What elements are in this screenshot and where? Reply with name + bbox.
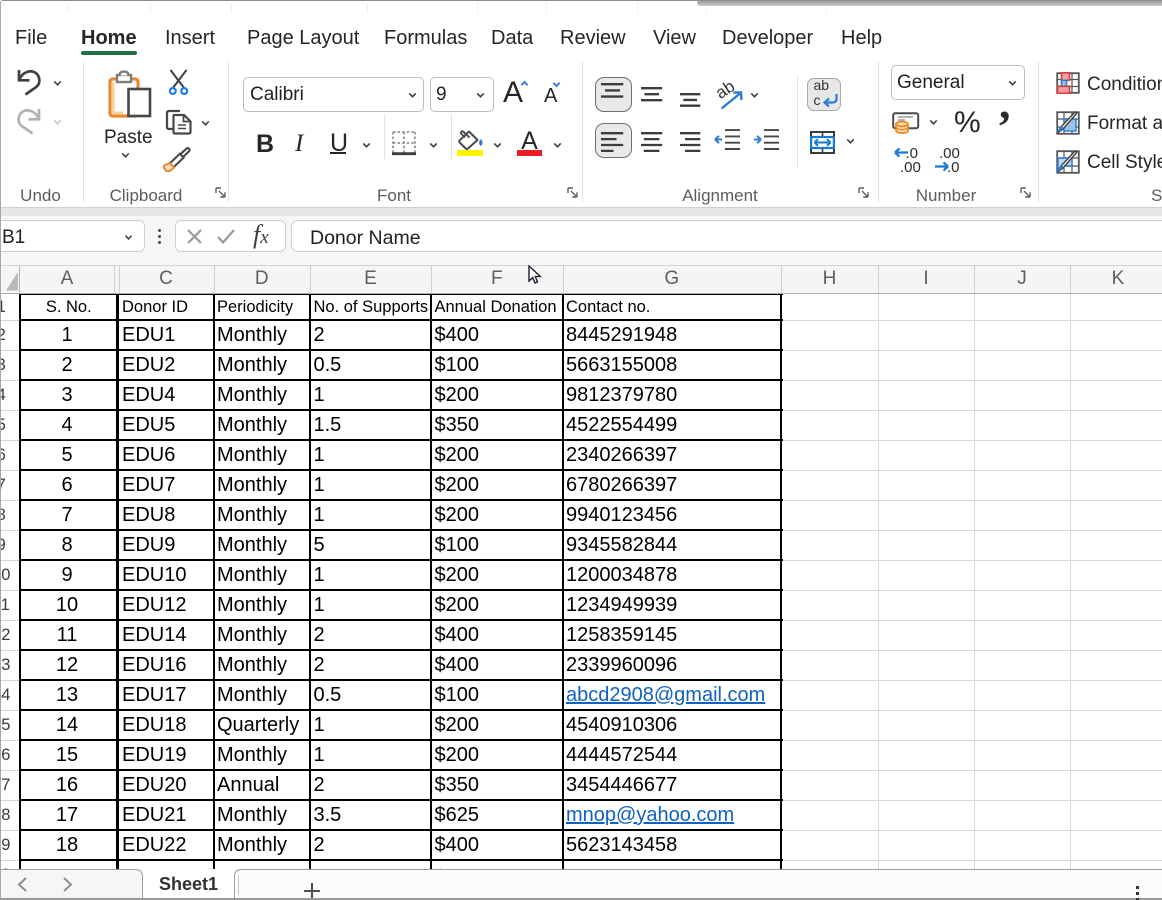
svg-text:.00: .00 [900, 159, 921, 173]
svg-text:.0: .0 [947, 159, 960, 173]
